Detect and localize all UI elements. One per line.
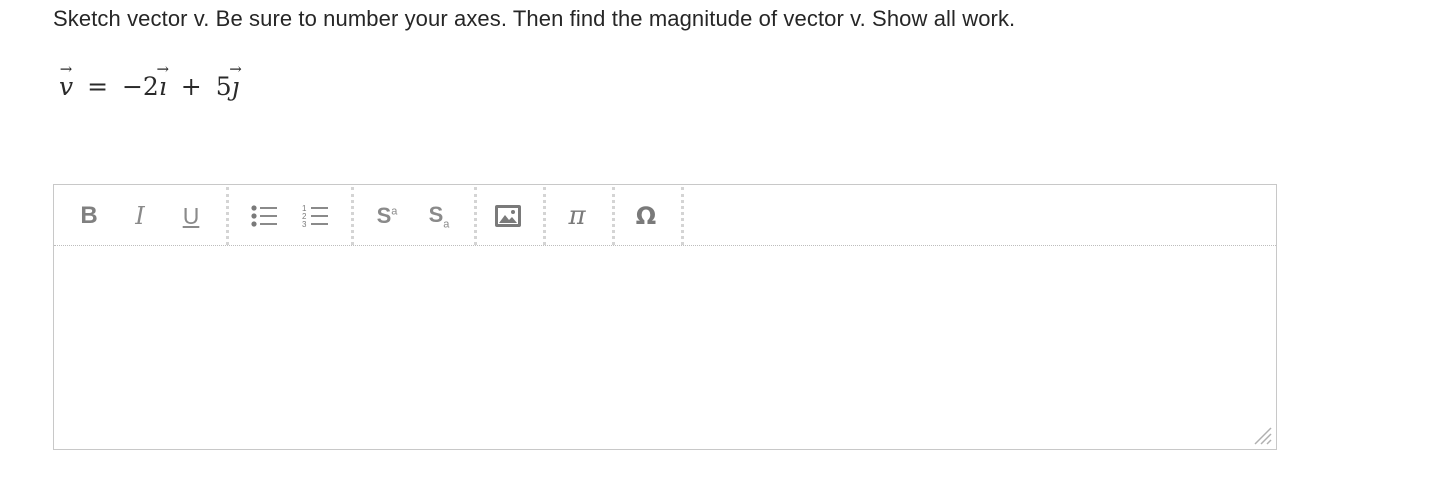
omega-icon: Ω	[635, 202, 657, 230]
unit-vector-j: ȷ	[232, 72, 240, 101]
numbered-list-icon: 1 2 3	[302, 204, 328, 229]
numbered-list-button[interactable]: 1 2 3	[300, 201, 330, 231]
bold-label: B	[80, 202, 98, 229]
italic-label: I	[135, 202, 145, 230]
image-icon	[495, 205, 521, 227]
question-text: Sketch vector v. Be sure to number your …	[53, 6, 1016, 31]
bullet-list-button[interactable]	[249, 201, 279, 231]
italic-button[interactable]: I	[125, 201, 155, 231]
subscript-icon: Sa	[428, 201, 450, 231]
underline-button[interactable]: U	[176, 201, 206, 231]
math-equation-button[interactable]: π	[562, 201, 592, 231]
rich-text-editor: B I U 1 2 3 Sa Sa π Ω	[53, 184, 1277, 450]
underline-label: U	[182, 202, 200, 229]
vector-equation: v = −2ı + 5ȷ	[59, 72, 239, 101]
special-characters-button[interactable]: Ω	[631, 201, 661, 231]
toolbar-group-math: π	[546, 187, 615, 245]
subscript-button[interactable]: Sa	[424, 201, 454, 231]
svg-text:3: 3	[302, 220, 307, 229]
toolbar-group-image	[477, 187, 546, 245]
toolbar-group-script: Sa Sa	[354, 187, 477, 245]
equals-sign: =	[87, 72, 109, 101]
toolbar-group-formatting: B I U	[54, 187, 229, 245]
insert-image-button[interactable]	[493, 201, 523, 231]
superscript-icon: Sa	[376, 203, 398, 228]
bold-button[interactable]: B	[74, 201, 104, 231]
vector-v: v	[59, 72, 73, 101]
answer-text-area[interactable]	[54, 246, 1276, 449]
bullet-list-icon	[251, 205, 277, 227]
toolbar-group-special-chars: Ω	[615, 187, 684, 245]
i-coefficient: −2	[121, 72, 159, 101]
plus-sign: +	[180, 72, 202, 101]
pi-icon: π	[568, 201, 586, 231]
toolbar-group-lists: 1 2 3	[229, 187, 354, 245]
unit-vector-i: ı	[159, 72, 167, 101]
editor-toolbar: B I U 1 2 3 Sa Sa π Ω	[54, 185, 1276, 246]
resize-handle-icon[interactable]	[1251, 424, 1273, 446]
superscript-button[interactable]: Sa	[372, 201, 402, 231]
